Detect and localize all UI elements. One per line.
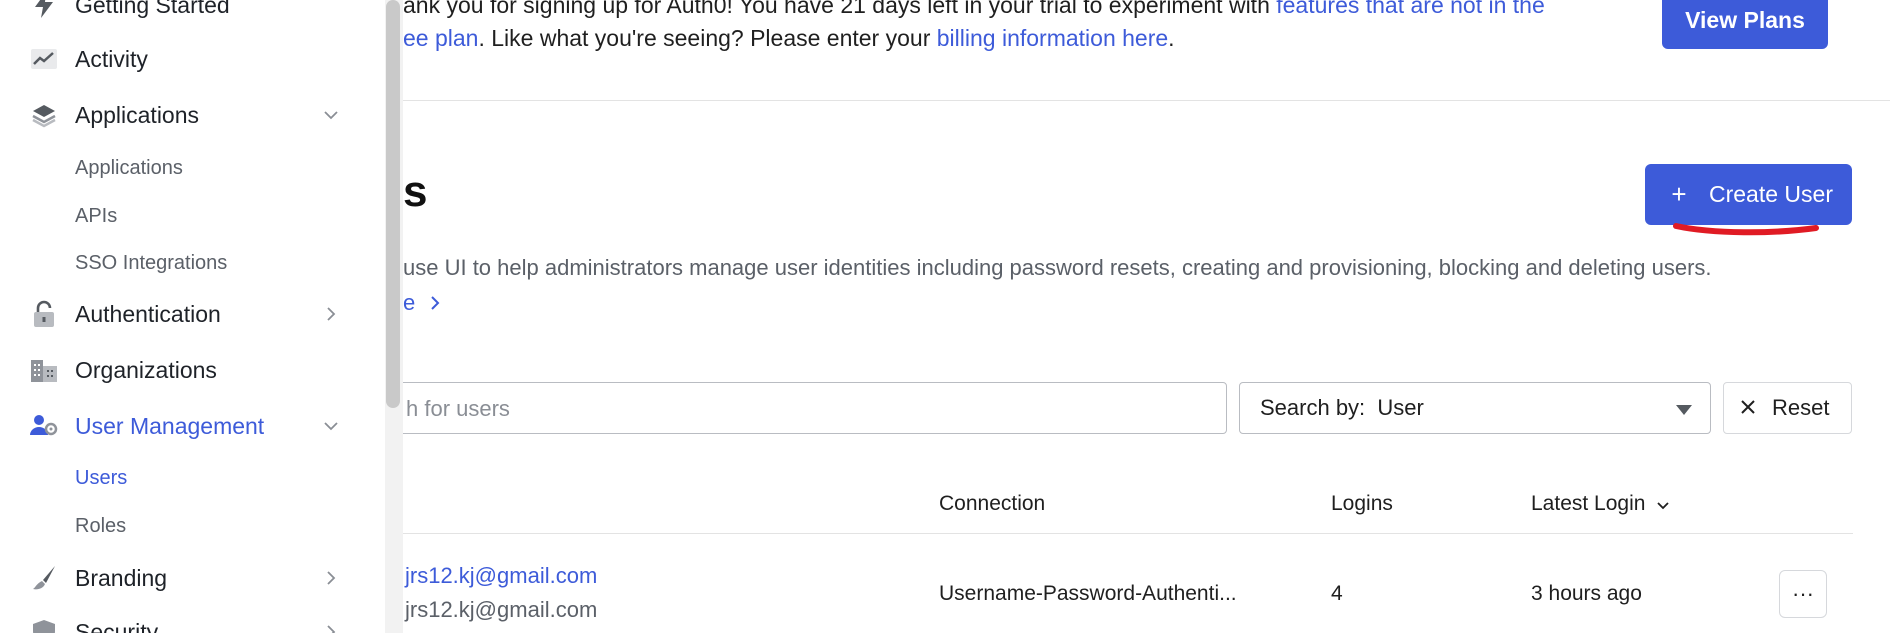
sidebar-item-getting-started[interactable]: Getting Started xyxy=(0,0,360,25)
sidebar-item-label: Activity xyxy=(75,45,148,72)
sidebar-subitem-roles[interactable]: Roles xyxy=(75,515,126,538)
layers-icon xyxy=(30,101,58,129)
sidebar-item-label: Getting Started xyxy=(75,0,230,18)
user-name-link[interactable]: jrs12.kj@gmail.com xyxy=(405,563,597,589)
learn-more-label: e xyxy=(403,290,416,315)
sidebar-item-authentication[interactable]: Authentication xyxy=(0,294,360,334)
sidebar-item-applications[interactable]: Applications xyxy=(0,95,360,135)
reset-button[interactable]: Reset xyxy=(1723,382,1852,434)
caret-down-icon xyxy=(1676,402,1692,420)
table-divider xyxy=(403,533,1853,534)
chart-trend-icon xyxy=(30,45,58,73)
page-title: s xyxy=(403,167,428,216)
sidebar-item-label: Authentication xyxy=(75,300,221,327)
sidebar-scrollbar-thumb[interactable] xyxy=(386,0,400,408)
page-description: use UI to help administrators manage use… xyxy=(403,255,1712,280)
row-actions-button[interactable]: ··· xyxy=(1779,570,1827,618)
view-plans-button[interactable]: View Plans xyxy=(1662,0,1828,49)
banner-line-1: ank you for signing up for Auth0! You ha… xyxy=(403,0,1545,19)
sidebar-subitem-apis[interactable]: APIs xyxy=(75,205,117,228)
user-email: jrs12.kj@gmail.com xyxy=(405,597,598,622)
user-logins: 4 xyxy=(1331,582,1343,605)
sidebar-item-branding[interactable]: Branding xyxy=(0,558,360,598)
chevron-right-icon[interactable] xyxy=(322,569,340,587)
lock-icon xyxy=(30,300,58,328)
search-by-select[interactable]: Search by: User xyxy=(1239,382,1711,434)
column-header-connection: Connection xyxy=(939,492,1046,515)
banner-line-2: ee plan. Like what you're seeing? Please… xyxy=(403,25,1175,52)
building-icon xyxy=(30,356,58,384)
search-users-box[interactable] xyxy=(403,382,1227,435)
banner-plan-link[interactable]: ee plan xyxy=(403,25,478,51)
sidebar: Getting Started Activity Applications Ap… xyxy=(0,0,385,633)
close-icon xyxy=(1740,395,1756,421)
sidebar-subitem-applications[interactable]: Applications xyxy=(75,157,183,180)
sidebar-item-label: Organizations xyxy=(75,356,217,383)
sidebar-item-activity[interactable]: Activity xyxy=(0,39,360,79)
create-user-label: Create User xyxy=(1709,181,1833,207)
banner-text: . Like what you're seeing? Please enter … xyxy=(478,25,937,51)
chevron-down-icon[interactable] xyxy=(322,106,340,124)
sidebar-item-label: Security xyxy=(75,618,159,633)
user-latest-login: 3 hours ago xyxy=(1531,582,1642,605)
sidebar-item-security[interactable]: Security xyxy=(0,612,360,633)
search-input[interactable] xyxy=(404,383,1188,435)
sidebar-subitem-users[interactable]: Users xyxy=(75,467,127,490)
trial-banner: ank you for signing up for Auth0! You ha… xyxy=(403,0,1890,101)
sidebar-item-label: Applications xyxy=(75,101,200,128)
annotation-underline xyxy=(1673,223,1819,236)
chevron-down-icon[interactable] xyxy=(322,417,340,435)
lightning-icon xyxy=(30,0,58,19)
main-content: ank you for signing up for Auth0! You ha… xyxy=(403,0,1890,633)
banner-features-link[interactable]: features that are not in the xyxy=(1276,0,1545,18)
sidebar-subitem-sso-integrations[interactable]: SSO Integrations xyxy=(75,252,227,275)
search-by-label: Search by: User xyxy=(1260,395,1424,420)
sidebar-item-organizations[interactable]: Organizations xyxy=(0,350,360,390)
chevron-right-icon[interactable] xyxy=(322,623,340,633)
column-header-logins: Logins xyxy=(1331,492,1393,515)
create-user-button[interactable]: + Create User xyxy=(1645,164,1852,225)
column-header-latest-login[interactable]: Latest Login xyxy=(1531,492,1669,516)
user-gear-icon xyxy=(30,412,58,440)
brush-icon xyxy=(30,564,58,592)
reset-label: Reset xyxy=(1772,395,1830,420)
latest-login-label: Latest Login xyxy=(1531,492,1646,515)
billing-information-link[interactable]: billing information here xyxy=(937,25,1168,51)
sidebar-item-label: Branding xyxy=(75,564,168,591)
user-connection: Username-Password-Authenti... xyxy=(939,582,1237,605)
chevron-right-icon[interactable] xyxy=(322,305,340,323)
banner-text: . xyxy=(1168,25,1175,51)
chevron-down-icon xyxy=(1657,492,1669,515)
sidebar-item-user-management[interactable]: User Management xyxy=(0,406,360,446)
learn-more-link[interactable]: e xyxy=(403,290,440,316)
sidebar-item-label: User Management xyxy=(75,412,265,439)
plus-icon: + xyxy=(1671,179,1687,209)
banner-text: ank you for signing up for Auth0! You ha… xyxy=(403,0,1277,18)
chevron-right-icon xyxy=(431,290,440,315)
shield-icon xyxy=(30,618,58,633)
